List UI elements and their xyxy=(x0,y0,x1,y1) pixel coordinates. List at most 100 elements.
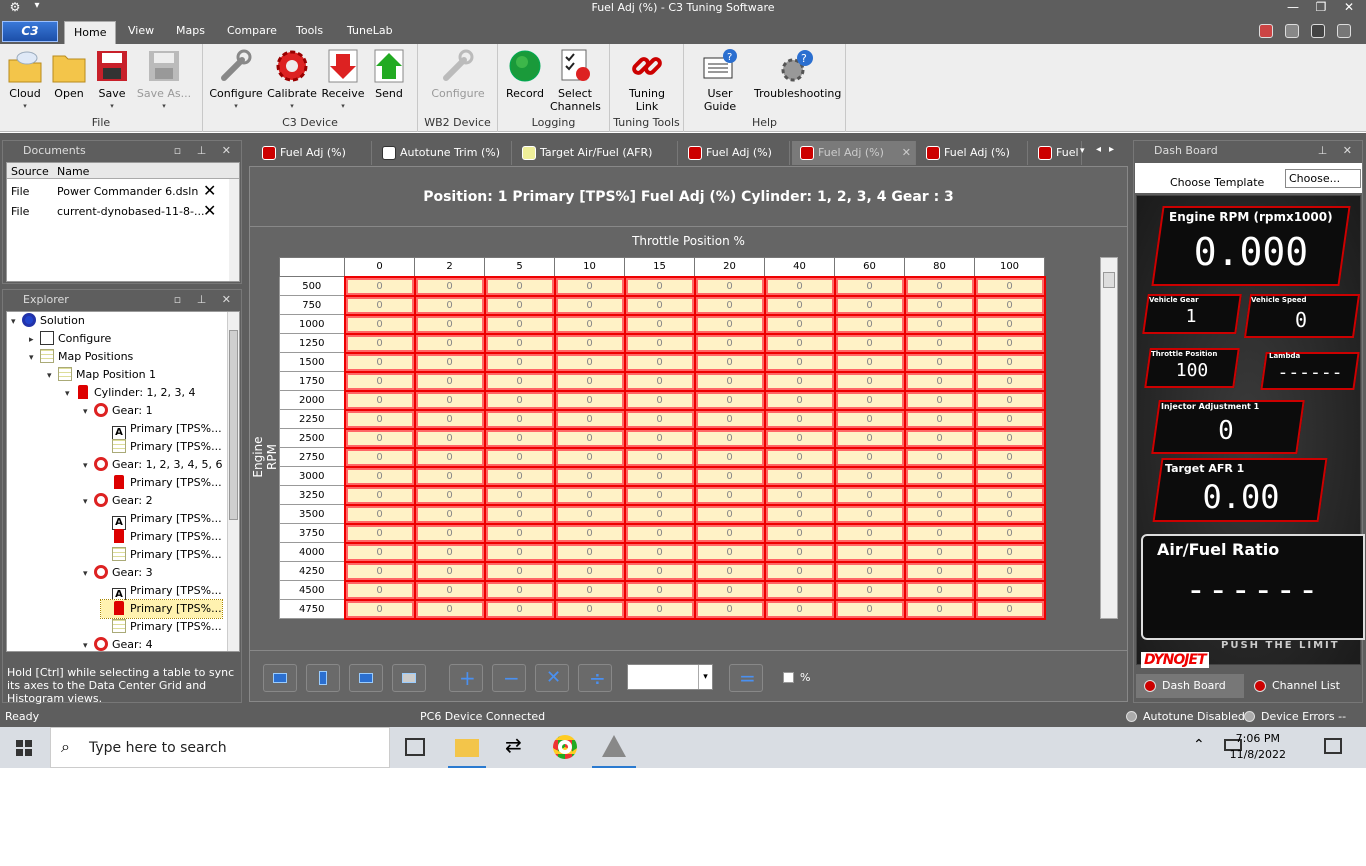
row-header[interactable]: 3250 xyxy=(279,485,345,505)
subtract-button[interactable]: − xyxy=(492,664,526,692)
map-cell[interactable]: 0 xyxy=(483,560,556,582)
panel-controls[interactable]: ▫ ⊥ ✕ xyxy=(174,141,237,161)
map-cell[interactable]: 0 xyxy=(973,484,1046,506)
transfer-icon[interactable]: ⇄ xyxy=(505,733,529,757)
row-header[interactable]: 2500 xyxy=(279,428,345,448)
map-cell[interactable]: 0 xyxy=(413,541,486,563)
doc-tab[interactable]: Fuel Adj (%) xyxy=(918,141,1028,165)
row-header[interactable]: 1000 xyxy=(279,314,345,334)
map-cell[interactable]: 0 xyxy=(903,427,976,449)
map-cell[interactable]: 0 xyxy=(693,294,766,316)
tab-list-dropdown[interactable]: ▾ xyxy=(1080,146,1085,156)
file-explorer-icon[interactable] xyxy=(455,739,479,757)
map-cell[interactable]: 0 xyxy=(973,579,1046,601)
map-cell[interactable]: 0 xyxy=(903,408,976,430)
column-header[interactable]: 0 xyxy=(344,257,415,277)
map-cell[interactable]: 0 xyxy=(623,446,696,468)
map-cell[interactable]: 0 xyxy=(483,275,556,297)
map-cell[interactable]: 0 xyxy=(553,408,626,430)
map-cell[interactable]: 0 xyxy=(413,370,486,392)
map-cell[interactable]: 0 xyxy=(413,427,486,449)
menu-compare[interactable]: Compare xyxy=(227,24,277,37)
map-cell[interactable]: 0 xyxy=(833,370,906,392)
tree-node[interactable]: Primary [TPS%... xyxy=(101,618,222,636)
row-header[interactable]: 4500 xyxy=(279,580,345,600)
multiply-button[interactable]: ✕ xyxy=(535,664,569,692)
map-cell[interactable]: 0 xyxy=(343,598,416,620)
map-cell[interactable]: 0 xyxy=(693,446,766,468)
tree-node[interactable]: A Primary [TPS%... xyxy=(101,420,222,440)
map-cell[interactable]: 0 xyxy=(763,313,836,335)
select-column-button[interactable] xyxy=(306,664,340,692)
map-cell[interactable]: 0 xyxy=(413,275,486,297)
map-cell[interactable]: 0 xyxy=(833,389,906,411)
tree-node[interactable]: ▾ Cylinder: 1, 2, 3, 4 xyxy=(65,384,196,402)
map-cell[interactable]: 0 xyxy=(623,275,696,297)
tray-chevron-icon[interactable]: ⌃ xyxy=(1193,737,1205,753)
tree-node[interactable]: ▾ Gear: 4 xyxy=(83,636,153,651)
tree-node[interactable]: ▾ Gear: 1 xyxy=(83,402,153,420)
map-cell[interactable]: 0 xyxy=(413,294,486,316)
doc-tab[interactable]: Fuel Adj (%) ✕ xyxy=(792,141,916,165)
map-cell[interactable]: 0 xyxy=(973,275,1046,297)
map-cell[interactable]: 0 xyxy=(973,503,1046,525)
map-cell[interactable]: 0 xyxy=(343,408,416,430)
receive-button[interactable]: Receive ▾ xyxy=(321,48,365,113)
user-guide-button[interactable]: ? User Guide xyxy=(690,48,750,113)
map-cell[interactable]: 0 xyxy=(343,389,416,411)
map-cell[interactable]: 0 xyxy=(483,370,556,392)
map-cell[interactable]: 0 xyxy=(903,313,976,335)
tree-expander-icon[interactable]: ▾ xyxy=(83,457,94,475)
map-cell[interactable]: 0 xyxy=(973,389,1046,411)
map-cell[interactable]: 0 xyxy=(903,332,976,354)
clock[interactable]: 7:06 PM 11/8/2022 xyxy=(1230,731,1286,763)
map-cell[interactable]: 0 xyxy=(833,427,906,449)
map-cell[interactable]: 0 xyxy=(693,465,766,487)
tree-expander-icon[interactable]: ▾ xyxy=(47,367,58,385)
tree-node[interactable]: Primary [TPS%... xyxy=(101,438,222,456)
tree-node[interactable]: A Primary [TPS%... xyxy=(101,510,222,530)
row-header[interactable]: 1750 xyxy=(279,371,345,391)
minimize-icon[interactable]: — xyxy=(1282,0,1304,14)
map-cell[interactable]: 0 xyxy=(623,484,696,506)
map-cell[interactable]: 0 xyxy=(343,351,416,373)
map-cell[interactable]: 0 xyxy=(763,408,836,430)
interpolate-button[interactable] xyxy=(392,664,426,692)
column-header[interactable]: 10 xyxy=(554,257,625,277)
map-cell[interactable]: 0 xyxy=(483,465,556,487)
save-button[interactable]: Save ▾ xyxy=(92,48,132,113)
map-cell[interactable]: 0 xyxy=(903,484,976,506)
map-cell[interactable]: 0 xyxy=(483,446,556,468)
map-cell[interactable]: 0 xyxy=(343,560,416,582)
tree-expander-icon[interactable]: ▸ xyxy=(29,331,40,349)
map-cell[interactable]: 0 xyxy=(763,351,836,373)
map-cell[interactable]: 0 xyxy=(693,313,766,335)
map-cell[interactable]: 0 xyxy=(903,560,976,582)
map-cell[interactable]: 0 xyxy=(553,560,626,582)
map-cell[interactable]: 0 xyxy=(763,389,836,411)
row-header[interactable]: 2000 xyxy=(279,390,345,410)
application-button[interactable]: C3 xyxy=(2,21,58,42)
map-cell[interactable]: 0 xyxy=(413,313,486,335)
tree-node[interactable]: ▾ Gear: 3 xyxy=(83,564,153,582)
template-select[interactable]: Choose... xyxy=(1285,169,1361,188)
map-cell[interactable]: 0 xyxy=(833,446,906,468)
map-cell[interactable]: 0 xyxy=(763,370,836,392)
map-cell[interactable]: 0 xyxy=(343,370,416,392)
tree-node[interactable]: ▾ Map Positions xyxy=(29,348,133,366)
tree-expander-icon[interactable]: ▾ xyxy=(83,565,94,583)
select-row-button[interactable] xyxy=(263,664,297,692)
map-cell[interactable]: 0 xyxy=(903,541,976,563)
map-cell[interactable]: 0 xyxy=(553,313,626,335)
logo-icon[interactable] xyxy=(1337,24,1351,38)
doc-tab[interactable]: Target Air/Fuel (AFR) xyxy=(514,141,678,165)
close-icon[interactable]: ✕ xyxy=(1338,0,1360,14)
map-cell[interactable]: 0 xyxy=(693,389,766,411)
map-cell[interactable]: 0 xyxy=(553,370,626,392)
close-tab-icon[interactable]: ✕ xyxy=(902,141,911,165)
tree-node[interactable]: ▾ Gear: 1, 2, 3, 4, 5, 6 xyxy=(83,456,223,474)
map-cell[interactable]: 0 xyxy=(763,294,836,316)
percent-checkbox[interactable] xyxy=(783,672,794,683)
map-cell[interactable]: 0 xyxy=(343,465,416,487)
scrollbar-thumb[interactable] xyxy=(229,330,238,520)
